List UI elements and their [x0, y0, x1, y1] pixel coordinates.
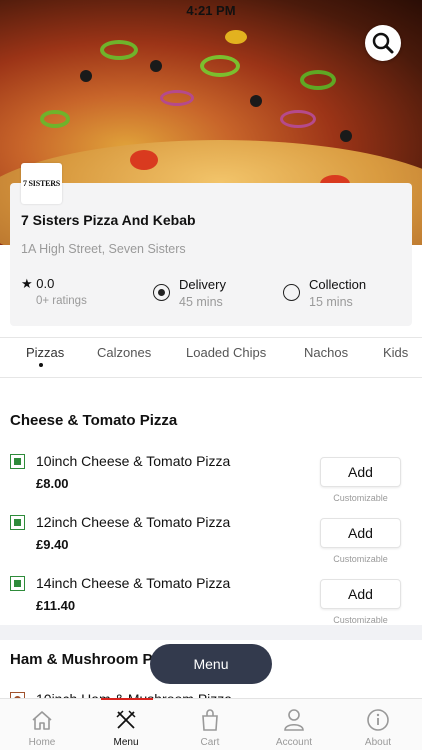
customizable-label: Customizable — [333, 615, 388, 625]
onion-topping — [280, 110, 316, 128]
item-price: £8.00 — [36, 476, 69, 491]
collection-time: 15 mins — [309, 295, 353, 309]
tab-loaded-chips[interactable]: Loaded Chips — [186, 345, 266, 360]
floating-menu-button[interactable]: Menu — [150, 644, 272, 684]
add-button[interactable]: Add — [320, 518, 401, 548]
search-icon — [372, 32, 394, 54]
item-name: 10inch Cheese & Tomato Pizza — [36, 453, 231, 469]
restaurant-address: 1A High Street, Seven Sisters — [21, 242, 186, 256]
delivery-radio[interactable] — [153, 284, 170, 301]
pepper-topping — [200, 55, 240, 77]
veg-indicator-icon — [10, 515, 25, 530]
item-name: 12inch Cheese & Tomato Pizza — [36, 514, 231, 530]
nav-menu[interactable]: Menu — [84, 699, 168, 750]
collection-label: Collection — [309, 277, 367, 292]
pepper-topping — [40, 110, 70, 128]
tomato-topping — [130, 150, 158, 170]
tab-pizzas[interactable]: Pizzas — [26, 345, 64, 360]
fork-knife-icon — [116, 710, 136, 729]
olive-topping — [250, 95, 262, 107]
pepper-topping — [300, 70, 336, 90]
item-price: £9.40 — [36, 537, 69, 552]
search-button[interactable] — [365, 25, 401, 61]
rating-value: ★ 0.0 — [21, 276, 55, 291]
active-tab-indicator — [39, 363, 43, 367]
corn-topping — [225, 30, 247, 44]
tab-calzones[interactable]: Calzones — [97, 345, 151, 360]
nav-label: Cart — [200, 737, 220, 748]
info-icon — [367, 709, 389, 731]
onion-topping — [160, 90, 194, 106]
nav-about[interactable]: About — [336, 699, 420, 750]
customizable-label: Customizable — [333, 554, 388, 564]
restaurant-logo: 7 SISTERS — [21, 163, 62, 204]
nav-home[interactable]: Home — [0, 699, 84, 750]
collection-radio[interactable] — [283, 284, 300, 301]
nav-active-indicator — [101, 698, 153, 700]
add-button[interactable]: Add — [320, 579, 401, 609]
customizable-label: Customizable — [333, 493, 388, 503]
nav-label: About — [364, 737, 392, 748]
bottom-navigation: Home Menu Cart Account About — [0, 698, 422, 750]
veg-indicator-icon — [10, 454, 25, 469]
pepper-topping — [100, 40, 138, 60]
tabs-divider — [0, 377, 422, 378]
home-icon — [32, 711, 52, 730]
olive-topping — [340, 130, 352, 142]
item-name: 14inch Cheese & Tomato Pizza — [36, 575, 231, 591]
item-price: £11.40 — [36, 598, 76, 613]
nav-label: Home — [28, 737, 56, 748]
section-title: Cheese & Tomato Pizza — [10, 412, 178, 429]
nav-cart[interactable]: Cart — [168, 699, 252, 750]
logo-text: 7 SISTERS — [22, 179, 61, 188]
nav-label: Account — [275, 737, 313, 748]
olive-topping — [150, 60, 162, 72]
person-icon — [284, 709, 304, 731]
nav-label: Menu — [113, 737, 139, 748]
restaurant-name: 7 Sisters Pizza And Kebab — [21, 212, 196, 228]
section-divider — [0, 625, 422, 640]
add-button[interactable]: Add — [320, 457, 401, 487]
nav-account[interactable]: Account — [252, 699, 336, 750]
olive-topping — [80, 70, 92, 82]
tab-kids[interactable]: Kids — [383, 345, 408, 360]
ratings-count: 0+ ratings — [36, 295, 87, 307]
tab-nachos[interactable]: Nachos — [304, 345, 348, 360]
tabs-divider — [0, 337, 422, 338]
delivery-label: Delivery — [179, 277, 226, 292]
veg-indicator-icon — [10, 576, 25, 591]
shopping-bag-icon — [202, 709, 218, 731]
status-bar-time: 4:21 PM — [186, 3, 236, 18]
delivery-time: 45 mins — [179, 295, 223, 309]
